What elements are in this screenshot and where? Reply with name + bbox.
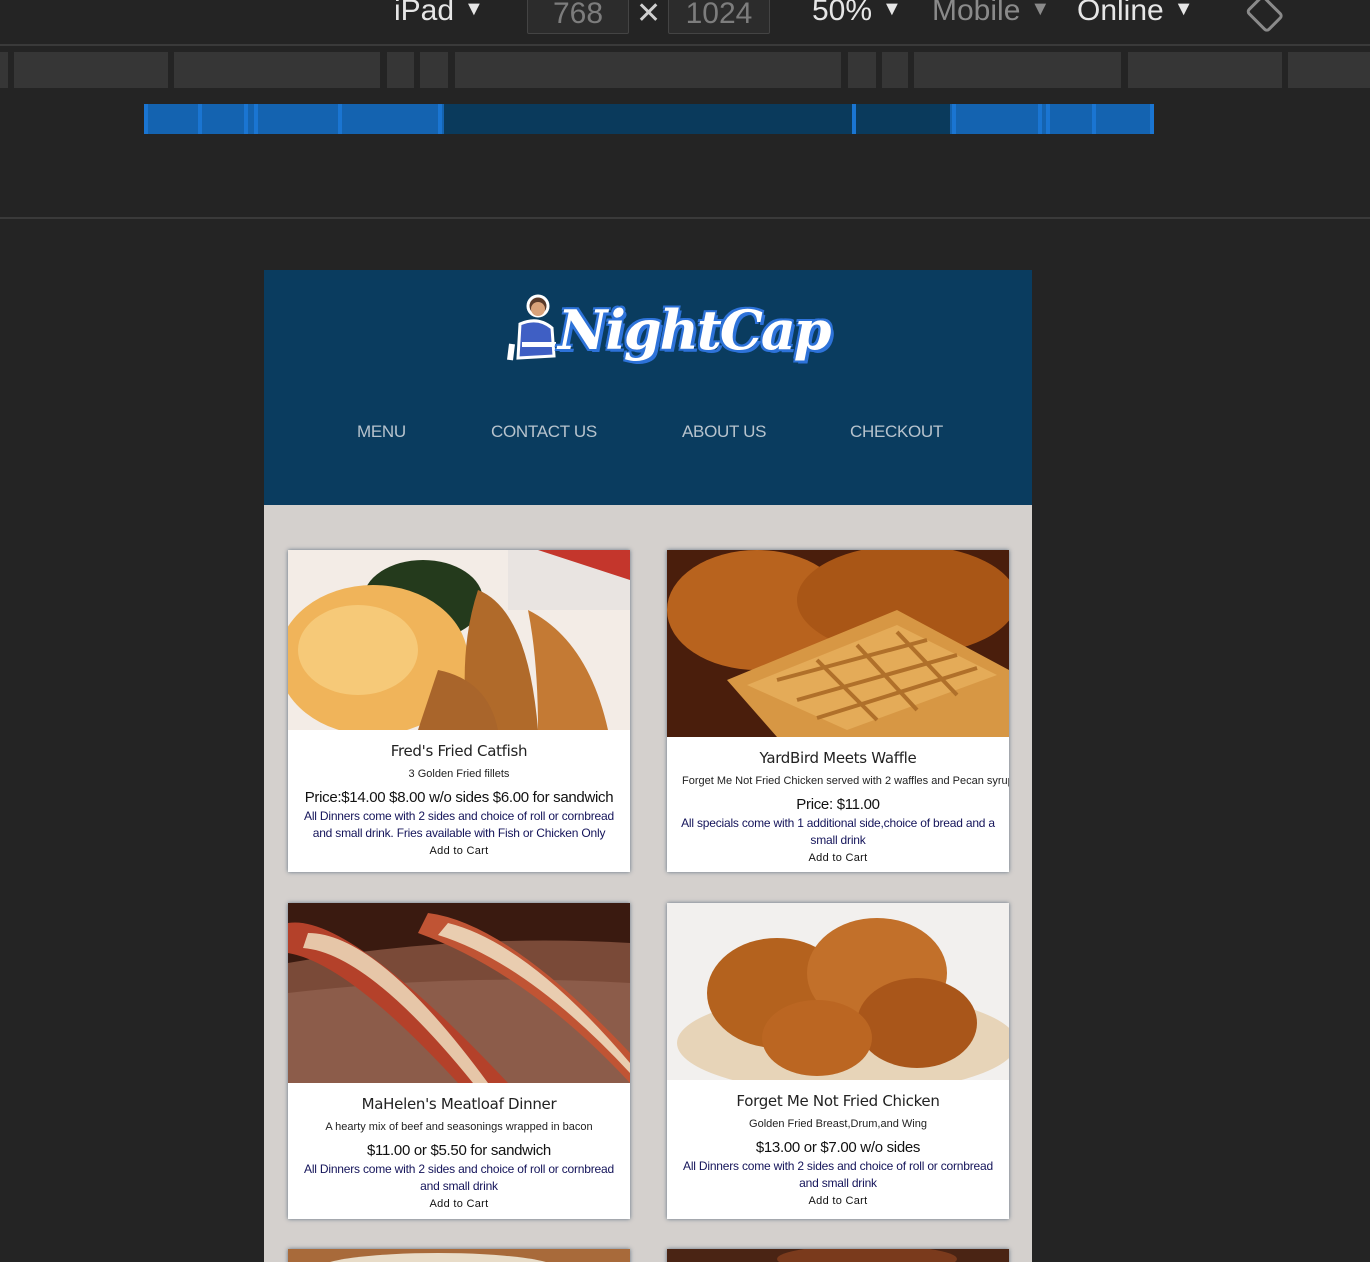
site-logo[interactable]: NightCap [498, 284, 832, 384]
breakpoint-divider[interactable] [852, 104, 856, 134]
media-query-segment[interactable] [14, 52, 168, 88]
breakpoint-divider[interactable] [144, 104, 148, 134]
device-toolbar: iPad ▼ 768 ✕ 1024 50% ▼ Mobile ▼ Online … [0, 0, 1370, 46]
menu-card: YardBird Meets Waffle Forget Me Not Frie… [667, 550, 1009, 872]
menu-card [288, 1249, 630, 1262]
device-select-label: iPad [394, 0, 455, 27]
card-note: All Dinners come with 2 sides and choice… [304, 809, 614, 840]
nav-menu[interactable]: MENU [357, 422, 406, 442]
menu-card [667, 1245, 1009, 1262]
height-input[interactable]: 1024 [668, 0, 770, 34]
chevron-down-icon: ▼ [1173, 0, 1194, 20]
add-to-cart-button[interactable]: Add to Cart [667, 852, 1009, 872]
media-query-segment[interactable] [174, 52, 380, 88]
breakpoint-divider[interactable] [254, 104, 258, 134]
media-query-segment[interactable] [914, 52, 1121, 88]
logo-wordmark: NightCap [558, 298, 832, 362]
media-query-segment[interactable] [455, 52, 841, 88]
width-input[interactable]: 768 [527, 0, 629, 34]
card-description: 3 Golden Fried fillets [408, 768, 510, 780]
ruler-divider [0, 217, 1370, 219]
media-query-segment[interactable] [0, 52, 8, 88]
card-note: All Dinners come with 2 sides and choice… [304, 1162, 614, 1193]
nav-checkout[interactable]: CHECKOUT [850, 422, 943, 442]
main-nav: MENU CONTACT US ABOUT US CHECKOUT [264, 422, 1032, 452]
chevron-down-icon: ▼ [1030, 0, 1051, 20]
card-price: Price:$14.00 $8.00 w/o sides $6.00 for s… [304, 789, 614, 806]
breakpoint-divider[interactable] [1046, 104, 1050, 134]
chevron-down-icon: ▼ [464, 0, 484, 20]
catfish-photo [288, 550, 630, 730]
menu-card: Fred's Fried Catfish 3 Golden Fried fill… [288, 550, 630, 872]
media-query-segment[interactable] [387, 52, 414, 88]
card-description: Forget Me Not Fried Chicken served with … [682, 775, 1009, 787]
add-to-cart-button[interactable]: Add to Cart [667, 1195, 1009, 1215]
media-query-segment[interactable] [420, 52, 448, 88]
card-note: All Dinners come with 2 sides and choice… [683, 1159, 993, 1190]
breakpoint-divider[interactable] [1150, 104, 1154, 134]
dish-photo [288, 1249, 630, 1262]
breakpoint-divider[interactable] [1038, 104, 1042, 134]
dish-photo [667, 1245, 1009, 1262]
breakpoint-bar [144, 104, 1154, 134]
zoom-select-label: 50% [812, 0, 873, 27]
card-description: A hearty mix of beef and seasonings wrap… [325, 1121, 593, 1133]
menu-card: Forget Me Not Fried Chicken Golden Fried… [667, 903, 1009, 1219]
site-header: NightCap MENU CONTACT US ABOUT US CHECKO… [264, 270, 1032, 505]
breakpoint-segment[interactable] [144, 104, 444, 134]
chicken-waffle-photo [667, 550, 1009, 737]
breakpoint-segment[interactable] [950, 104, 1154, 134]
card-title: MaHelen's Meatloaf Dinner [361, 1095, 557, 1113]
breakpoint-divider[interactable] [338, 104, 342, 134]
card-title: YardBird Meets Waffle [759, 749, 917, 767]
throttle-select[interactable]: Online ▼ [1077, 0, 1194, 28]
throttle-select-label: Online [1077, 0, 1164, 27]
meatloaf-photo [288, 903, 630, 1083]
breakpoint-divider[interactable] [244, 104, 248, 134]
media-query-segment[interactable] [882, 52, 908, 88]
breakpoint-divider[interactable] [198, 104, 202, 134]
card-price: $13.00 or $7.00 w/o sides [755, 1139, 921, 1156]
rotate-icon[interactable] [1244, 0, 1284, 32]
breakpoint-divider[interactable] [438, 104, 442, 134]
media-query-segment[interactable] [1128, 52, 1282, 88]
card-title: Forget Me Not Fried Chicken [736, 1092, 940, 1110]
breakpoint-divider[interactable] [952, 104, 956, 134]
zoom-select[interactable]: 50% ▼ [812, 0, 902, 28]
chevron-down-icon: ▼ [882, 0, 902, 20]
menu-card: MaHelen's Meatloaf Dinner A hearty mix o… [288, 903, 630, 1219]
card-price: Price: $11.00 [796, 796, 880, 813]
device-select[interactable]: iPad ▼ [394, 0, 484, 28]
emulated-page: NightCap MENU CONTACT US ABOUT US CHECKO… [264, 270, 1032, 1262]
card-title: Fred's Fried Catfish [390, 742, 528, 760]
ua-mode-select-label: Mobile [932, 0, 1021, 27]
nav-contact-us[interactable]: CONTACT US [491, 422, 597, 442]
media-query-segment[interactable] [1288, 52, 1370, 88]
media-query-segment[interactable] [848, 52, 876, 88]
add-to-cart-button[interactable]: Add to Cart [288, 845, 630, 865]
add-to-cart-button[interactable]: Add to Cart [288, 1198, 630, 1218]
times-icon: ✕ [636, 0, 662, 30]
media-query-bar [0, 52, 1370, 88]
card-description: Golden Fried Breast,Drum,and Wing [749, 1118, 927, 1130]
nav-about-us[interactable]: ABOUT US [682, 422, 767, 442]
card-price: $11.00 or $5.50 for sandwich [367, 1142, 551, 1159]
fried-chicken-photo [667, 903, 1009, 1080]
breakpoint-divider[interactable] [1092, 104, 1096, 134]
ua-mode-select[interactable]: Mobile ▼ [932, 0, 1050, 28]
card-note: All specials come with 1 additional side… [681, 816, 995, 847]
